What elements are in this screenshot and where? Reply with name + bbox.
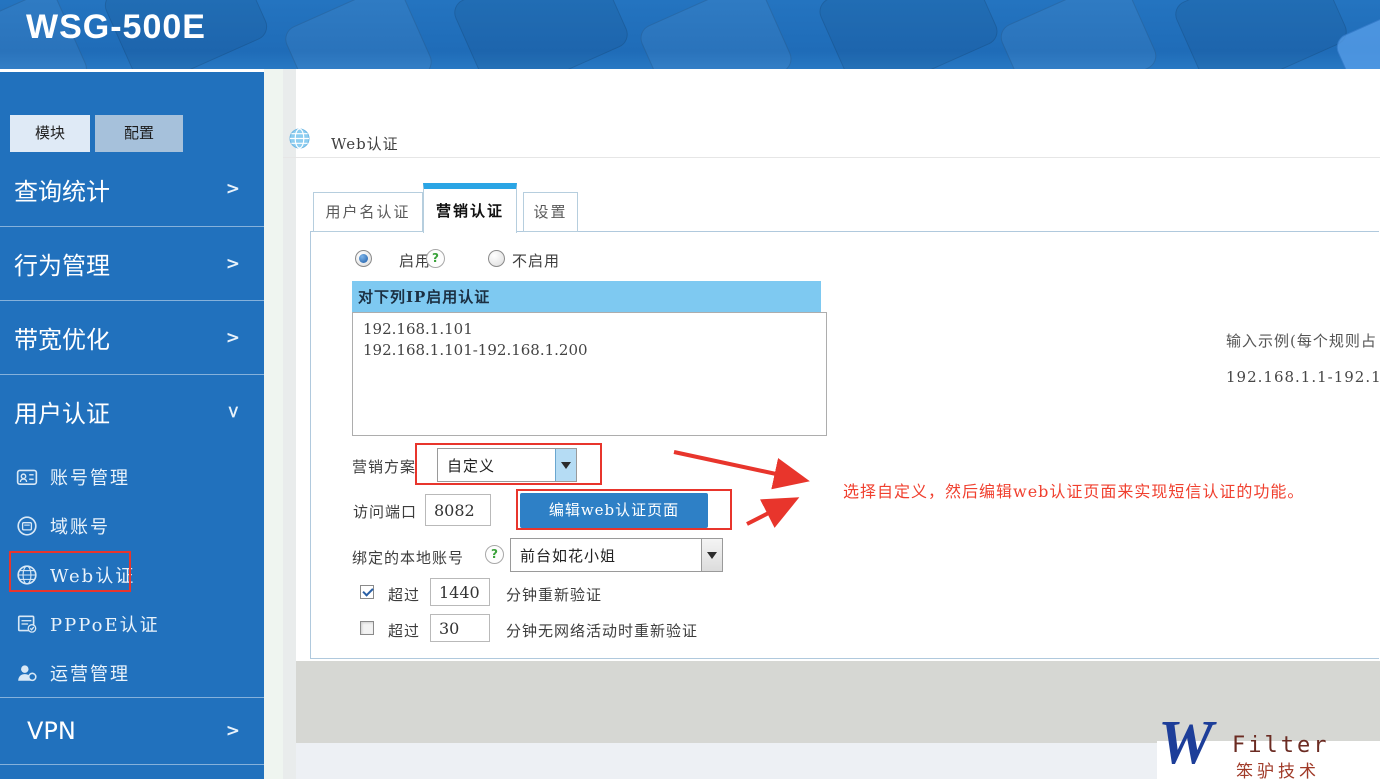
bind-account-select[interactable]: 前台如花小姐 bbox=[510, 538, 723, 572]
scheme-selected-value: 自定义 bbox=[447, 456, 496, 475]
timeout2-input[interactable] bbox=[430, 614, 490, 642]
timeout2-prefix: 超过 bbox=[388, 622, 421, 640]
sidebar-menu: 查询统计 > 行为管理 > 带宽优化 > 用户认证 > bbox=[0, 152, 264, 448]
radio-selected-dot bbox=[359, 254, 368, 263]
globe-icon bbox=[17, 564, 37, 585]
reauth-checkbox[interactable] bbox=[360, 585, 374, 599]
sidebar-subitem-label: 运营管理 bbox=[50, 663, 130, 685]
timeout1-suffix: 分钟重新验证 bbox=[506, 586, 603, 604]
scheme-select[interactable]: 自定义 bbox=[437, 448, 577, 482]
sidebar-item-bandwidth[interactable]: 带宽优化 > bbox=[0, 300, 264, 374]
tab-marketing-auth[interactable]: 营销认证 bbox=[423, 183, 517, 233]
screen: WSG-500E 模块 配置 查询统计 > 行为管理 > 带宽优化 > 用户认证… bbox=[0, 0, 1380, 779]
sidebar-submenu: 账号管理 域账号 Web认证 PPPoE认证 运营管理 bbox=[0, 452, 264, 697]
sidebar-item-label: 查询统计 bbox=[14, 177, 110, 206]
sidebar: 模块 配置 查询统计 > 行为管理 > 带宽优化 > 用户认证 > 账号管理 域… bbox=[0, 69, 264, 779]
tab-username-auth[interactable]: 用户名认证 bbox=[313, 192, 423, 232]
footer-grey-band bbox=[296, 661, 1380, 743]
hint-line-2: 192.168.1.1-192.1 bbox=[1226, 368, 1380, 386]
dropdown-arrow-icon[interactable] bbox=[555, 449, 576, 481]
chevron-right-icon: > bbox=[225, 179, 240, 199]
wfilter-logo-subtitle: 笨驴技术 bbox=[1236, 762, 1320, 779]
sidebar-subitem-accounts[interactable]: 账号管理 bbox=[0, 452, 264, 501]
timeout2-suffix: 分钟无网络活动时重新验证 bbox=[506, 622, 699, 640]
sidebar-subitem-domain[interactable]: 域账号 bbox=[0, 501, 264, 550]
gutter-strip bbox=[283, 69, 296, 779]
gutter-strip bbox=[264, 69, 283, 779]
id-card-icon bbox=[16, 469, 38, 485]
bind-account-label: 绑定的本地账号 bbox=[352, 549, 465, 567]
keyboard-texture bbox=[1170, 0, 1352, 69]
sidebar-item-label: 用户认证 bbox=[14, 400, 110, 428]
disable-radio[interactable] bbox=[488, 250, 505, 267]
sidebar-tab-module[interactable]: 模块 bbox=[10, 115, 90, 152]
chevron-right-icon: > bbox=[225, 721, 240, 741]
page-globe-icon bbox=[289, 128, 310, 149]
sidebar-item-label: 带宽优化 bbox=[14, 326, 110, 354]
app-title: WSG-500E bbox=[26, 8, 206, 46]
keyboard-texture bbox=[815, 0, 1002, 69]
hint-line-1: 输入示例(每个规则占 bbox=[1226, 332, 1377, 350]
sidebar-subitem-pppoe[interactable]: PPPoE认证 bbox=[0, 599, 264, 648]
ip-list-textarea[interactable]: 192.168.1.101 192.168.1.101-192.168.1.20… bbox=[352, 312, 827, 436]
sidebar-subitem-operation[interactable]: 运营管理 bbox=[0, 648, 264, 697]
page-title: Web认证 bbox=[331, 135, 399, 153]
scheme-label: 营销方案 bbox=[352, 458, 417, 476]
sidebar-item-behavior[interactable]: 行为管理 > bbox=[0, 226, 264, 300]
chevron-right-icon: > bbox=[225, 327, 240, 348]
timeout1-input[interactable] bbox=[430, 578, 490, 606]
enable-radio[interactable] bbox=[355, 250, 372, 267]
sidebar-item-label: VPN bbox=[27, 717, 76, 745]
operator-icon bbox=[18, 664, 37, 681]
help-icon[interactable]: ? bbox=[426, 249, 445, 268]
sidebar-tab-config[interactable]: 配置 bbox=[95, 115, 183, 152]
port-label: 访问端口 bbox=[353, 503, 418, 521]
sidebar-subitem-label: Web认证 bbox=[50, 565, 136, 587]
tab-settings[interactable]: 设置 bbox=[523, 192, 578, 232]
sidebar-item-vpn[interactable]: VPN > bbox=[0, 697, 264, 765]
chevron-right-icon: > bbox=[225, 253, 240, 274]
sidebar-subitem-webauth[interactable]: Web认证 bbox=[0, 550, 264, 599]
top-banner: WSG-500E bbox=[0, 0, 1380, 69]
ip-section-title: 对下列IP启用认证 bbox=[358, 288, 491, 306]
sidebar-item-user-auth[interactable]: 用户认证 > bbox=[0, 374, 264, 448]
header-divider bbox=[283, 157, 1380, 158]
sidebar-item-label: 行为管理 bbox=[14, 252, 110, 280]
help-icon[interactable]: ? bbox=[485, 545, 504, 564]
port-input[interactable] bbox=[425, 494, 491, 526]
timeout1-prefix: 超过 bbox=[388, 586, 421, 604]
check-icon bbox=[362, 585, 374, 597]
keyboard-texture bbox=[280, 0, 437, 69]
domain-account-icon bbox=[17, 515, 37, 536]
wfilter-logo-name: Filter bbox=[1232, 733, 1330, 758]
keyboard-texture bbox=[449, 0, 633, 69]
chevron-down-icon: > bbox=[222, 404, 243, 419]
pppoe-doc-icon bbox=[17, 614, 37, 633]
keyboard-texture bbox=[996, 0, 1161, 69]
ip-section-header: 对下列IP启用认证 bbox=[352, 281, 821, 312]
disable-radio-label: 不启用 bbox=[512, 252, 561, 270]
dropdown-arrow-icon[interactable] bbox=[701, 539, 722, 571]
wfilter-logo-mark: W bbox=[1158, 709, 1214, 777]
annotation-text: 选择自定义，然后编辑web认证页面来实现短信认证的功能。 bbox=[843, 482, 1305, 501]
keyboard-texture bbox=[635, 0, 797, 69]
edit-webauth-page-button[interactable]: 编辑web认证页面 bbox=[520, 493, 708, 528]
sidebar-subitem-label: 域账号 bbox=[50, 516, 110, 538]
idle-reauth-checkbox[interactable] bbox=[360, 621, 374, 635]
sidebar-subitem-label: PPPoE认证 bbox=[50, 614, 160, 636]
bind-account-selected-value: 前台如花小姐 bbox=[520, 546, 617, 565]
sidebar-item-query-stats[interactable]: 查询统计 > bbox=[0, 152, 264, 226]
sidebar-subitem-label: 账号管理 bbox=[50, 467, 130, 489]
